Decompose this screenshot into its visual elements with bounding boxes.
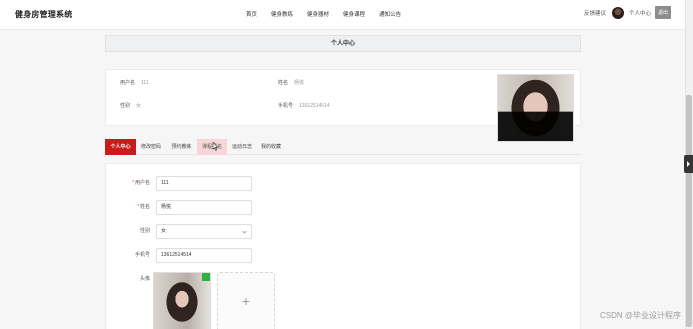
page-container: 个人中心 用户名 111 姓名 杨悦 性别女 手机号 13612514514 个人中心… bbox=[105, 35, 581, 329]
gender-select-value: 女 bbox=[161, 228, 167, 234]
form-row-name: *姓名 杨悦 bbox=[106, 200, 306, 215]
nav-item-course[interactable]: 健身课程 bbox=[343, 10, 365, 18]
summary-gender: 性别女 bbox=[120, 102, 141, 109]
tab-change-password[interactable]: 修改密码 bbox=[136, 139, 166, 155]
watermark: CSDN @毕业设计程序 bbox=[599, 311, 681, 320]
mouse-cursor-icon bbox=[212, 142, 219, 151]
summary-name-label: 姓名 bbox=[278, 80, 289, 86]
nav-item-coach[interactable]: 健身教练 bbox=[271, 10, 293, 18]
avatar-upload-button[interactable]: + bbox=[217, 272, 275, 329]
form-phone-label: 手机号 bbox=[134, 252, 150, 258]
profile-tabs: 个人中心 修改密码 预约教练 课程报名 运动日志 我的收藏 bbox=[105, 139, 581, 155]
tab-profile[interactable]: 个人中心 bbox=[105, 139, 136, 155]
main-nav: 首页 健身教练 健身器材 健身课程 通知公告 bbox=[246, 10, 415, 18]
scrollbar-thumb[interactable] bbox=[686, 95, 692, 327]
page-title: 个人中心 bbox=[105, 35, 581, 52]
form-row-phone: 手机号 13612514514 bbox=[106, 248, 306, 263]
summary-username: 用户名 111 bbox=[120, 79, 149, 86]
summary-username-value: 111 bbox=[141, 80, 149, 86]
chevron-down-icon bbox=[242, 229, 247, 234]
form-avatar-label: 头像 bbox=[139, 276, 150, 282]
tab-book-coach[interactable]: 预约教练 bbox=[166, 139, 197, 155]
nav-item-home[interactable]: 首页 bbox=[246, 10, 257, 18]
required-mark: * bbox=[137, 204, 139, 210]
header-right: 反馈建议 个人中心 退出 bbox=[584, 6, 671, 19]
avatar-image[interactable] bbox=[153, 272, 211, 329]
form-username-label-text: 用户名 bbox=[134, 180, 150, 186]
profile-photo bbox=[497, 74, 574, 142]
summary-phone: 手机号 13612514514 bbox=[278, 102, 330, 109]
form-username-label: *用户名 bbox=[106, 176, 150, 191]
side-panel-toggle[interactable] bbox=[684, 155, 693, 173]
summary-phone-value: 13612514514 bbox=[299, 103, 330, 109]
summary-gender-label: 性别 bbox=[120, 103, 131, 109]
form-gender-label: 性别 bbox=[139, 228, 150, 234]
nav-item-notice[interactable]: 通知公告 bbox=[379, 10, 401, 18]
user-center-link[interactable]: 个人中心 bbox=[629, 9, 651, 17]
nav-item-equipment[interactable]: 健身器材 bbox=[307, 10, 329, 18]
top-navbar: 健身房管理系统 首页 健身教练 健身器材 健身课程 通知公告 反馈建议 个人中心… bbox=[0, 0, 693, 30]
form-row-gender: 性别 女 bbox=[106, 224, 306, 239]
logout-button[interactable]: 退出 bbox=[654, 6, 671, 19]
username-input[interactable]: 111 bbox=[156, 176, 252, 191]
form-row-username: *用户名 111 bbox=[106, 176, 306, 191]
required-mark: * bbox=[132, 180, 134, 186]
summary-name: 姓名 杨悦 bbox=[278, 79, 304, 86]
summary-name-value: 杨悦 bbox=[294, 80, 305, 86]
summary-phone-label: 手机号 bbox=[278, 103, 294, 109]
summary-username-label: 用户名 bbox=[120, 80, 136, 86]
name-input[interactable]: 杨悦 bbox=[156, 200, 252, 215]
user-avatar[interactable] bbox=[611, 6, 624, 19]
check-icon bbox=[202, 273, 210, 281]
form-name-label: *姓名 bbox=[106, 200, 150, 215]
profile-summary-card: 用户名 111 姓名 杨悦 性别女 手机号 13612514514 bbox=[105, 69, 581, 142]
form-name-label-text: 姓名 bbox=[139, 204, 150, 210]
feedback-link[interactable]: 反馈建议 bbox=[584, 9, 606, 17]
tab-exercise-log[interactable]: 运动日志 bbox=[227, 139, 257, 155]
tab-my-favorites[interactable]: 我的收藏 bbox=[257, 139, 285, 155]
gender-select[interactable]: 女 bbox=[156, 224, 252, 239]
app-title[interactable]: 健身房管理系统 bbox=[15, 9, 72, 20]
phone-input[interactable]: 13612514514 bbox=[156, 248, 252, 263]
summary-gender-value: 女 bbox=[136, 103, 142, 109]
